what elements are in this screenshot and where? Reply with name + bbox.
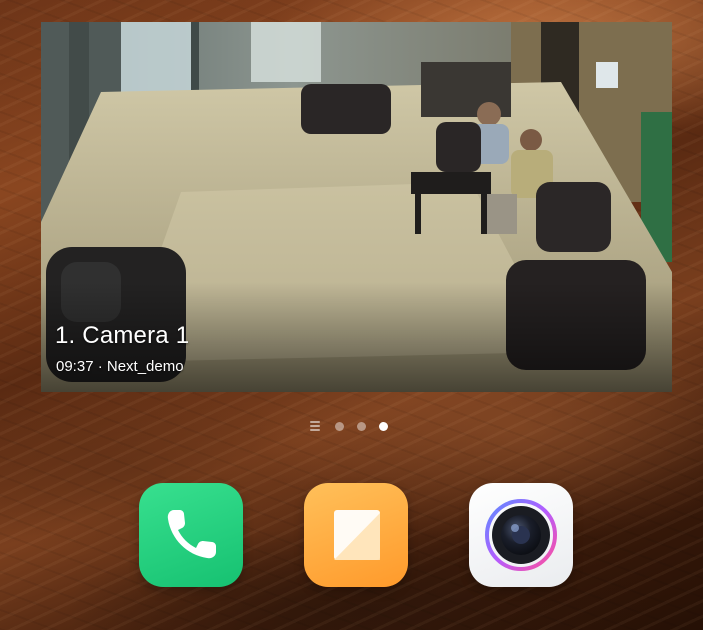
phone-app-icon[interactable]	[139, 483, 243, 587]
camera-app-icon[interactable]	[469, 483, 573, 587]
camera-meta: 09:37 · Next_demo	[56, 358, 184, 375]
camera-title: 1. Camera 1	[55, 322, 190, 349]
all-apps-menu-icon[interactable]	[310, 421, 322, 431]
page-dot-1[interactable]	[335, 421, 344, 431]
page-dot-2[interactable]	[357, 421, 366, 431]
camera-lens-icon	[485, 499, 557, 571]
page-indicator	[310, 418, 388, 434]
camera-widget[interactable]: 1. Camera 1 09:37 · Next_demo	[41, 22, 672, 392]
notes-icon	[334, 510, 380, 560]
page-dot-3-active[interactable]	[379, 421, 388, 431]
notes-app-icon[interactable]	[304, 483, 408, 587]
home-screen: 1. Camera 1 09:37 · Next_demo	[0, 0, 703, 630]
phone-icon	[167, 510, 216, 559]
